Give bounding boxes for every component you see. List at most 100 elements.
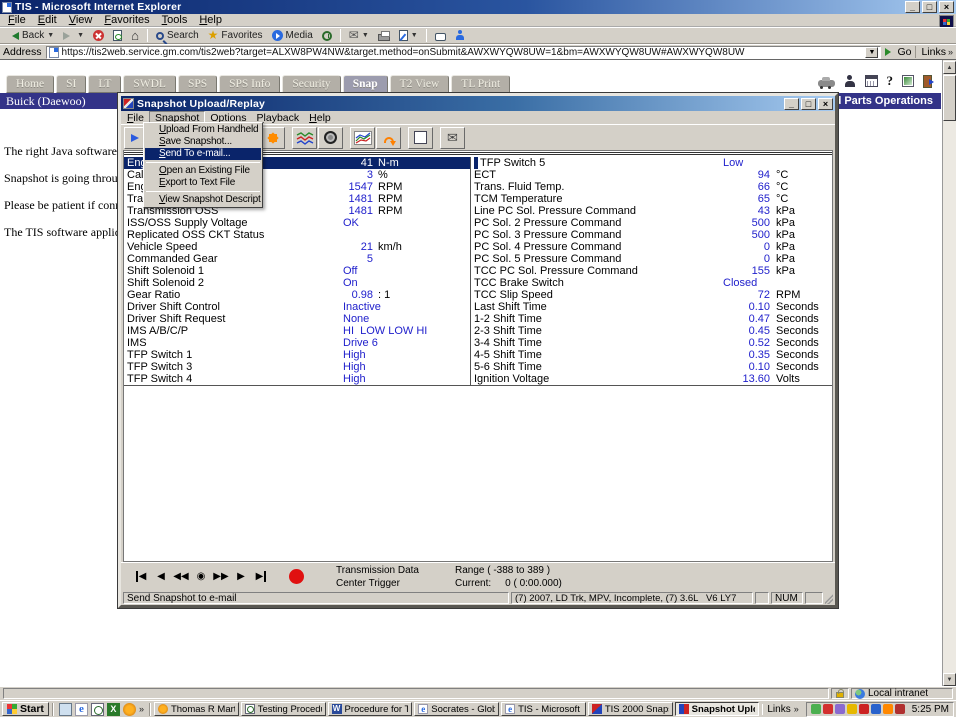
home-button[interactable]: ⌂ (127, 28, 143, 43)
replay-button[interactable] (376, 127, 401, 149)
tab-swdl[interactable]: SWDL (123, 75, 176, 93)
param-row[interactable]: TFP Switch 4High (124, 373, 470, 385)
param-row[interactable]: PC Sol. 5 Pressure Command0kPa (471, 253, 832, 265)
taskbar-task[interactable]: Thomas R Martin - Inbox... (154, 702, 239, 716)
param-row[interactable]: Line PC Sol. Pressure Command43kPa (471, 205, 832, 217)
links-band[interactable]: Links» (762, 704, 802, 715)
edit-button[interactable]: ▼ (395, 28, 422, 43)
menu-item-open-an-existing-file[interactable]: Open an Existing File (145, 165, 261, 177)
param-row[interactable]: Driver Shift RequestNone (124, 313, 470, 325)
record-button[interactable] (289, 569, 304, 584)
tab-home[interactable]: Home (6, 75, 54, 93)
taskbar-task[interactable]: WProcedure for Taking Sn... (328, 702, 413, 716)
minimize-button[interactable]: _ (905, 1, 920, 13)
tab-si[interactable]: SI (56, 75, 86, 93)
param-row[interactable]: TCC Brake SwitchClosed (471, 277, 832, 289)
param-row[interactable]: ISS/OSS Supply VoltageOK (124, 217, 470, 229)
param-row[interactable]: 5-6 Shift Time0.10Seconds (471, 361, 832, 373)
links-toolbar[interactable]: Links» (915, 46, 953, 58)
email-snapshot-button[interactable]: ✉ (440, 127, 465, 149)
restore-button[interactable]: □ (922, 1, 937, 13)
step-forward-button[interactable]: ▶ (231, 571, 251, 582)
param-row[interactable]: IMSDrive 6 (124, 337, 470, 349)
menu-item-send-to-e-mail[interactable]: Send To e-mail... (145, 148, 261, 160)
mail-button[interactable]: ✉▼ (345, 28, 373, 43)
param-row[interactable]: 3-4 Shift Time0.52Seconds (471, 337, 832, 349)
chevron-down-icon[interactable]: ▼ (77, 32, 84, 39)
go-button[interactable]: Go (885, 46, 911, 58)
param-row[interactable]: ECT94°C (471, 169, 832, 181)
chevron-down-icon[interactable]: ▼ (47, 32, 54, 39)
user-icon[interactable] (844, 75, 856, 88)
new-window-button[interactable] (408, 127, 433, 149)
ie-icon[interactable]: e (75, 703, 88, 716)
page-scrollbar[interactable]: ▲ ▼ (942, 60, 956, 686)
param-row[interactable]: Trans. Fluid Temp.66°C (471, 181, 832, 193)
tray-icon[interactable] (835, 704, 845, 714)
tab-tl-print[interactable]: TL Print (451, 75, 510, 93)
tab-lt[interactable]: LT (88, 75, 121, 93)
address-input[interactable]: https://tis2web.service.gm.com/tis2web?t… (46, 46, 882, 59)
param-row[interactable]: TCC Slip Speed72RPM (471, 289, 832, 301)
first-frame-button[interactable]: ◀ (131, 571, 151, 582)
menu-help[interactable]: Help (193, 14, 228, 26)
tab-sps-info[interactable]: SPS Info (219, 75, 280, 93)
scroll-thumb[interactable] (943, 75, 956, 121)
tab-security[interactable]: Security (282, 75, 340, 93)
tray-icon[interactable] (811, 704, 821, 714)
tab-snap[interactable]: Snap (343, 75, 388, 93)
back-button[interactable]: Back▼ (4, 28, 58, 43)
scroll-down-arrow[interactable]: ▼ (943, 673, 956, 686)
param-row[interactable]: Replicated OSS CKT Status (124, 229, 470, 241)
tray-icon[interactable] (883, 704, 893, 714)
last-frame-button[interactable]: ▶ (251, 571, 271, 582)
notes-icon[interactable] (123, 703, 136, 716)
tray-icon[interactable] (823, 704, 833, 714)
param-row[interactable]: Driver Shift ControlInactive (124, 301, 470, 313)
taskbar-task[interactable]: TIS 2000 Snapshot Uplo... (588, 702, 673, 716)
address-url[interactable]: https://tis2web.service.gm.com/tis2web?t… (62, 47, 866, 58)
param-row[interactable]: Shift Solenoid 2On (124, 277, 470, 289)
forward-button[interactable]: ▼ (59, 28, 88, 43)
param-row[interactable]: Gear Ratio0.98: 1 (124, 289, 470, 301)
param-row[interactable]: Vehicle Speed21km/h (124, 241, 470, 253)
tray-icon[interactable] (895, 704, 905, 714)
center-trigger-button[interactable]: ◉ (191, 571, 211, 582)
chevron-down-icon[interactable]: ▼ (411, 32, 418, 39)
taskbar-task[interactable]: Testing Procedures (241, 702, 326, 716)
tray-icon[interactable] (847, 704, 857, 714)
excel-icon[interactable]: X (107, 703, 120, 716)
menu-item-upload-from-handheld[interactable]: Upload From Handheld (145, 124, 261, 136)
param-row[interactable]: 1-2 Shift Time0.47Seconds (471, 313, 832, 325)
param-row[interactable]: Last Shift Time0.10Seconds (471, 301, 832, 313)
app-tools-icon[interactable] (902, 75, 914, 87)
history-button[interactable] (318, 28, 336, 43)
param-row[interactable]: IMS A/B/C/PHI LOW LOW HI (124, 325, 470, 337)
param-row[interactable]: TCM Temperature65°C (471, 193, 832, 205)
param-row[interactable]: Ignition Voltage13.60Volts (471, 373, 832, 385)
param-row[interactable]: TCC PC Sol. Pressure Command155kPa (471, 265, 832, 277)
help-icon[interactable]: ? (887, 73, 894, 89)
graph-lines-button[interactable] (292, 127, 317, 149)
resize-grip[interactable] (825, 592, 833, 604)
param-row[interactable]: PC Sol. 4 Pressure Command0kPa (471, 241, 832, 253)
taskbar-task[interactable]: eTIS - Microsoft Internet ... (501, 702, 586, 716)
calendar-icon[interactable] (865, 75, 878, 87)
taskbar-task[interactable]: eSocrates - Global - Micro... (414, 702, 499, 716)
taskbar-task[interactable]: Snapshot Upload/Re... (675, 702, 760, 716)
close-button[interactable]: × (939, 1, 954, 13)
show-desktop-icon[interactable] (59, 703, 72, 716)
menu-item-view-snapshot-description[interactable]: View Snapshot Description... (145, 194, 261, 206)
param-row[interactable]: PC Sol. 2 Pressure Command500kPa (471, 217, 832, 229)
scroll-up-arrow[interactable]: ▲ (943, 61, 956, 74)
param-row[interactable]: 2-3 Shift Time0.45Seconds (471, 325, 832, 337)
chevron-icon[interactable]: » (139, 704, 144, 714)
discuss-button[interactable] (431, 28, 450, 43)
param-row[interactable]: Shift Solenoid 1Off (124, 265, 470, 277)
exit-door-icon[interactable] (923, 75, 932, 88)
search-button[interactable]: Search (152, 28, 203, 43)
dialog-menu-help[interactable]: Help (304, 112, 336, 124)
print-button[interactable] (374, 28, 394, 43)
menu-item-export-to-text-file[interactable]: Export to Text File (145, 177, 261, 189)
menu-view[interactable]: View (63, 14, 99, 26)
